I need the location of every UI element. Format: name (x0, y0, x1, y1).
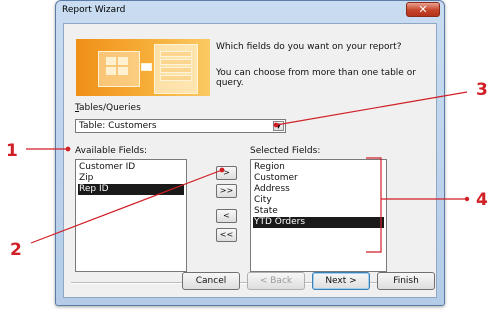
callout-2: 2 (10, 240, 22, 260)
callout-3: 3 (476, 80, 488, 100)
callout-1: 1 (6, 141, 18, 161)
callout-4: 4 (476, 190, 488, 210)
callout-lines (26, 91, 470, 253)
